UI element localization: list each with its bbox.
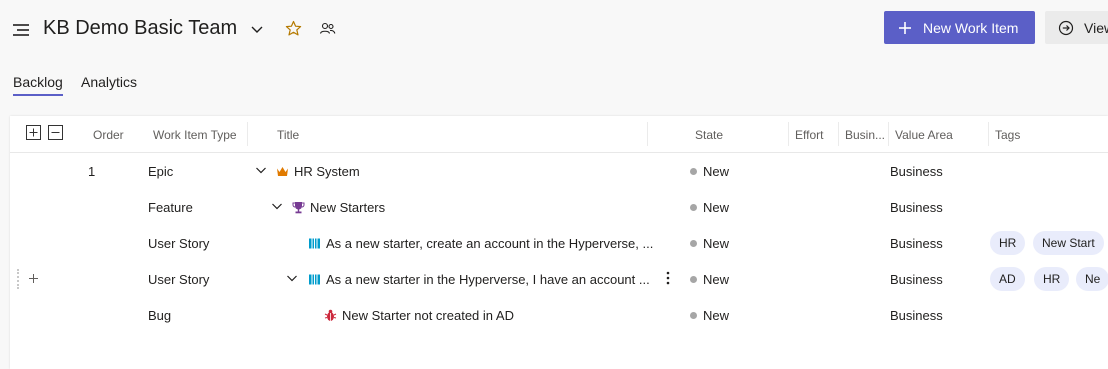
title-cell[interactable]: New Starter not created in AD <box>324 308 514 323</box>
state-dot-icon <box>690 240 697 247</box>
table-row[interactable]: Bug New Starter not created in AD New Bu… <box>10 297 1108 333</box>
tag-pill[interactable]: Ne <box>1076 267 1108 291</box>
column-header-order[interactable]: Order <box>93 128 124 142</box>
table-row[interactable]: User Story As a new starter in the Hyper… <box>10 261 1108 297</box>
view-button[interactable]: View <box>1045 11 1108 44</box>
plus-icon <box>899 21 911 34</box>
title-text: As a new starter, create an account in t… <box>326 236 654 251</box>
title-cell[interactable]: HR System <box>276 164 360 179</box>
title-text: As a new starter in the Hyperverse, I ha… <box>326 272 650 287</box>
column-header-effort[interactable]: Effort <box>795 128 823 142</box>
arrow-right-circle-icon <box>1058 20 1074 35</box>
grid-header: Order Work Item Type Title State Effort … <box>10 116 1108 153</box>
state-cell: New <box>690 272 729 287</box>
title-cell[interactable]: As a new starter, create an account in t… <box>308 236 653 251</box>
column-header-tags[interactable]: Tags <box>995 128 1020 142</box>
title-cell[interactable]: As a new starter in the Hyperverse, I ha… <box>308 272 650 287</box>
view-label: View <box>1084 19 1108 36</box>
tab-backlog[interactable]: Backlog <box>13 74 63 96</box>
crown-icon <box>277 167 288 176</box>
more-actions-icon[interactable] <box>666 271 670 285</box>
new-work-item-label: New Work Item <box>923 19 1019 36</box>
chevron-down-icon[interactable] <box>250 22 264 36</box>
book-icon <box>309 238 320 249</box>
state-cell: New <box>690 164 729 179</box>
add-child-button[interactable] <box>28 268 39 288</box>
column-divider[interactable] <box>788 122 789 146</box>
column-header-business-value[interactable]: Busin... <box>845 128 885 142</box>
collapse-all-button[interactable] <box>48 125 63 140</box>
column-divider[interactable] <box>247 122 248 146</box>
state-dot-icon <box>690 204 697 211</box>
column-divider[interactable] <box>647 122 648 146</box>
trophy-icon <box>292 202 305 214</box>
column-header-state[interactable]: State <box>695 128 723 142</box>
work-item-type-cell: Feature <box>148 200 193 215</box>
bug-icon <box>324 309 337 321</box>
work-item-type-cell: User Story <box>148 236 210 251</box>
state-text: New <box>703 236 730 251</box>
state-cell: New <box>690 236 729 251</box>
active-tab-indicator <box>13 94 63 96</box>
page-title: KB Demo Basic Team <box>43 17 238 39</box>
column-divider[interactable] <box>838 122 839 146</box>
work-item-type-cell: User Story <box>148 272 210 287</box>
value-area-cell: Business <box>890 164 943 179</box>
tab-analytics[interactable]: Analytics <box>81 74 137 90</box>
table-row[interactable]: Feature New Starters New Business <box>10 189 1108 225</box>
tag-pill[interactable]: HR <box>1034 267 1070 291</box>
tab-analytics-label: Analytics <box>81 74 138 90</box>
work-item-type-cell: Epic <box>148 164 174 179</box>
tag-pill[interactable]: HR <box>990 231 1026 255</box>
collapse-menu-icon[interactable] <box>11 20 31 40</box>
column-header-title[interactable]: Title <box>277 128 299 142</box>
tab-backlog-label: Backlog <box>13 74 63 90</box>
title-text: HR System <box>294 164 360 179</box>
value-area-cell: Business <box>890 200 943 215</box>
backlog-grid: Order Work Item Type Title State Effort … <box>10 116 1108 369</box>
column-header-work-item-type[interactable]: Work Item Type <box>153 128 237 142</box>
column-header-value-area[interactable]: Value Area <box>895 128 953 142</box>
value-area-cell: Business <box>890 236 943 251</box>
favorite-star-icon[interactable] <box>285 20 302 37</box>
chevron-down-icon[interactable] <box>255 164 267 176</box>
team-members-icon[interactable] <box>319 20 336 37</box>
state-dot-icon <box>690 312 697 319</box>
state-cell: New <box>690 308 729 323</box>
state-text: New <box>703 272 730 287</box>
minus-icon <box>51 132 60 133</box>
state-text: New <box>703 164 730 179</box>
plus-icon <box>29 274 38 283</box>
tag-pill[interactable]: AD <box>990 267 1025 291</box>
title-text: New Starters <box>310 200 386 215</box>
state-dot-icon <box>690 276 697 283</box>
expand-all-button[interactable] <box>26 125 41 140</box>
state-text: New <box>703 308 730 323</box>
state-cell: New <box>690 200 729 215</box>
tag-pill[interactable]: New Start <box>1033 231 1104 255</box>
value-area-cell: Business <box>890 272 943 287</box>
order-cell: 1 <box>88 164 96 179</box>
plus-icon <box>29 128 38 137</box>
book-icon <box>309 274 320 285</box>
title-text: New Starter not created in AD <box>342 308 514 323</box>
state-text: New <box>703 200 730 215</box>
top-bar: KB Demo Basic Team New Work Item View <box>0 0 1108 62</box>
column-divider[interactable] <box>988 122 989 146</box>
column-divider[interactable] <box>888 122 889 146</box>
new-work-item-button[interactable]: New Work Item <box>884 11 1035 44</box>
table-row[interactable]: User Story As a new starter, create an a… <box>10 225 1108 261</box>
title-cell[interactable]: New Starters <box>292 200 385 215</box>
state-dot-icon <box>690 168 697 175</box>
value-area-cell: Business <box>890 308 943 323</box>
chevron-down-icon[interactable] <box>271 200 283 212</box>
table-row[interactable]: 1 Epic HR System New Business <box>10 153 1108 189</box>
drag-handle[interactable] <box>17 269 21 289</box>
work-item-type-cell: Bug <box>148 308 172 323</box>
chevron-down-icon[interactable] <box>286 272 298 284</box>
